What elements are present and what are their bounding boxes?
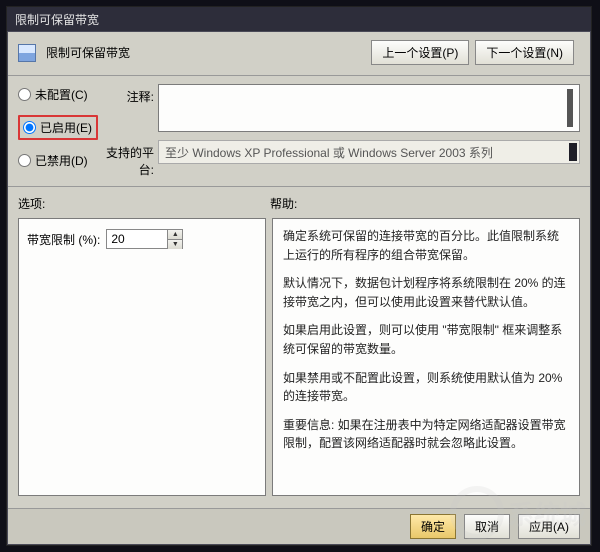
bottom-button-bar: 确定 取消 应用(A) xyxy=(8,508,590,544)
ok-button[interactable]: 确定 xyxy=(410,514,456,539)
spinner-down-button[interactable]: ▼ xyxy=(168,240,182,249)
nav-buttons: 上一个设置(P) 下一个设置(N) xyxy=(371,40,574,65)
comment-input[interactable] xyxy=(158,84,580,132)
next-setting-button[interactable]: 下一个设置(N) xyxy=(475,40,574,65)
radio-disabled[interactable]: 已禁用(D) xyxy=(18,152,98,169)
options-panel: 带宽限制 (%): ▲ ▼ xyxy=(18,218,266,496)
platform-label: 支持的平台: xyxy=(98,140,154,178)
panel-labels: 选项: 帮助: xyxy=(8,187,590,216)
panels-row: 带宽限制 (%): ▲ ▼ 确定系统可保留的连接带宽的百分比。此值限制系统上运行… xyxy=(8,216,590,496)
radio-disabled-input[interactable] xyxy=(18,154,31,167)
help-paragraph: 重要信息: 如果在注册表中为特定网络适配器设置带宽限制，配置该网络适配器时就会忽… xyxy=(283,416,569,453)
help-panel: 确定系统可保留的连接带宽的百分比。此值限制系统上运行的所有程序的组合带宽保留。 … xyxy=(272,218,580,496)
comment-label: 注释: xyxy=(98,84,154,105)
prev-setting-button[interactable]: 上一个设置(P) xyxy=(371,40,469,65)
fields-col: 注释: 支持的平台: 至少 Windows XP Professional 或 … xyxy=(98,84,580,178)
comment-scrollbar[interactable] xyxy=(567,89,573,127)
apply-button[interactable]: 应用(A) xyxy=(518,514,580,539)
help-label: 帮助: xyxy=(270,195,580,212)
state-radio-group: 未配置(C) 已启用(E) 已禁用(D) xyxy=(14,84,98,178)
header-subtitle: 限制可保留带宽 xyxy=(46,44,130,61)
help-paragraph: 如果启用此设置，则可以使用 "带宽限制" 框来调整系统可保留的带宽数量。 xyxy=(283,321,569,358)
help-paragraph: 确定系统可保留的连接带宽的百分比。此值限制系统上运行的所有程序的组合带宽保留。 xyxy=(283,227,569,264)
platform-scroll-indicator xyxy=(569,143,577,161)
dialog-body: 限制可保留带宽 上一个设置(P) 下一个设置(N) 未配置(C) xyxy=(7,31,591,545)
help-paragraph: 默认情况下，数据包计划程序将系统限制在 20% 的连接带宽之内，但可以使用此设置… xyxy=(283,274,569,311)
bandwidth-label: 带宽限制 (%): xyxy=(27,231,100,248)
radio-enabled[interactable]: 已启用(E) xyxy=(23,119,93,136)
header-row: 限制可保留带宽 上一个设置(P) 下一个设置(N) xyxy=(8,32,590,76)
window-title: 限制可保留带宽 xyxy=(15,11,99,28)
platform-value-box: 至少 Windows XP Professional 或 Windows Ser… xyxy=(158,140,580,164)
radio-enabled-input[interactable] xyxy=(23,121,36,134)
config-area: 未配置(C) 已启用(E) 已禁用(D) 注释: xyxy=(8,76,590,187)
bandwidth-option-row: 带宽限制 (%): ▲ ▼ xyxy=(27,229,257,249)
spinner-up-button[interactable]: ▲ xyxy=(168,230,182,240)
radio-not-configured[interactable]: 未配置(C) xyxy=(18,86,98,103)
cancel-button[interactable]: 取消 xyxy=(464,514,510,539)
platform-value: 至少 Windows XP Professional 或 Windows Ser… xyxy=(165,144,493,161)
titlebar: 限制可保留带宽 xyxy=(7,7,591,31)
help-paragraph: 如果禁用或不配置此设置，则系统使用默认值为 20% 的连接带宽。 xyxy=(283,369,569,406)
radio-not-configured-input[interactable] xyxy=(18,88,31,101)
options-label: 选项: xyxy=(18,195,270,212)
bandwidth-spinner[interactable]: ▲ ▼ xyxy=(106,229,183,249)
radio-enabled-highlight: 已启用(E) xyxy=(18,115,98,140)
policy-icon xyxy=(18,44,36,62)
bandwidth-input[interactable] xyxy=(107,230,167,248)
